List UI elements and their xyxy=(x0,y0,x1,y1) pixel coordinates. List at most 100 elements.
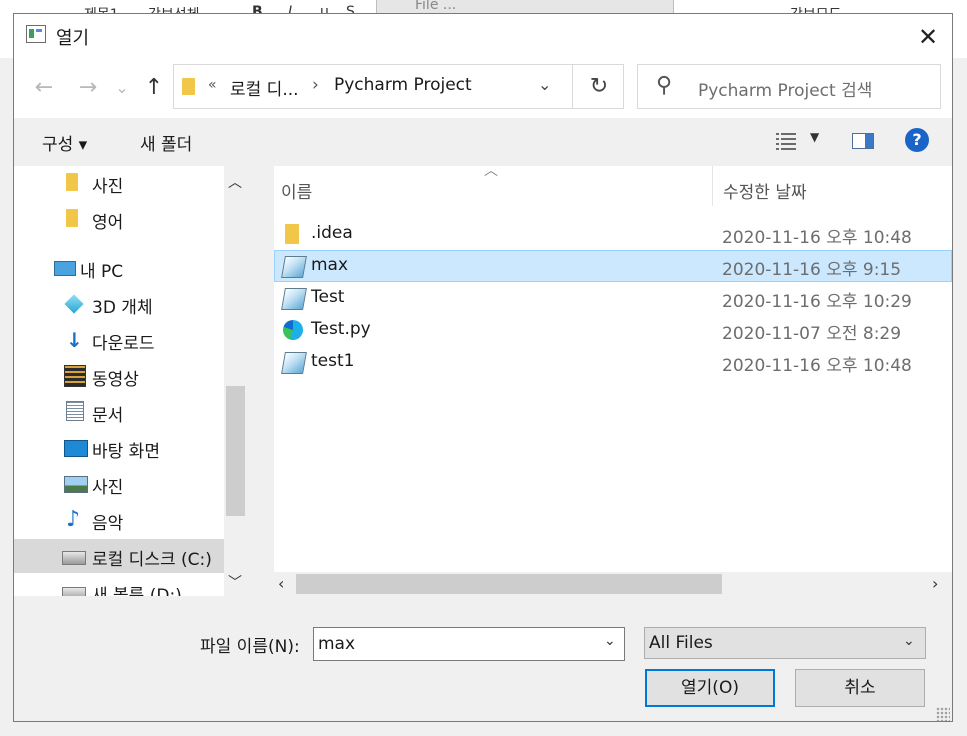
filename-input[interactable]: max xyxy=(318,634,355,654)
nav-item-label: 다운로드 xyxy=(92,334,155,354)
scroll-thumb[interactable] xyxy=(296,574,722,594)
breadcrumb-pycharm-project[interactable]: Pycharm Project xyxy=(334,75,472,95)
edge-icon xyxy=(283,320,303,340)
file-date: 2020-11-07 오전 8:29 xyxy=(722,324,902,344)
nav-item-3d-objects[interactable]: 3D 개체 xyxy=(14,287,224,321)
scroll-thumb[interactable] xyxy=(226,386,245,516)
file-name: Test.py xyxy=(311,319,371,339)
address-bar[interactable]: « 로컬 디... › Pycharm Project ⌄ ↻ xyxy=(173,64,624,109)
up-arrow-icon[interactable]: ↑ xyxy=(140,73,168,103)
nav-item-label: 영어 xyxy=(92,213,124,233)
bg-mini-title: File ... xyxy=(415,0,457,13)
video-icon xyxy=(64,365,86,387)
refresh-icon[interactable]: ↻ xyxy=(582,73,616,101)
sort-ascending-icon: ︿ xyxy=(484,163,498,179)
file-type-filter[interactable]: All Files ⌄ xyxy=(644,627,926,659)
scroll-right-icon[interactable]: › xyxy=(932,574,938,593)
file-date: 2020-11-16 오후 10:48 xyxy=(722,356,912,376)
app-window-icon xyxy=(26,25,46,43)
volume-icon xyxy=(62,587,86,596)
column-header-date[interactable]: 수정한 날짜 xyxy=(723,178,807,203)
address-overflow[interactable]: « xyxy=(208,77,217,93)
file-row-test1[interactable]: test1 2020-11-16 오후 10:48 xyxy=(274,346,952,378)
forward-arrow-icon[interactable]: → xyxy=(74,73,102,103)
folder-icon xyxy=(66,209,78,227)
chevron-down-icon[interactable]: ⌄ xyxy=(538,75,551,94)
file-row-test[interactable]: Test 2020-11-16 오후 10:29 xyxy=(274,282,952,314)
nav-item-music[interactable]: ♪ 음악 xyxy=(14,503,224,537)
nav-item-label: 문서 xyxy=(92,406,124,426)
pycharm-file-icon xyxy=(281,256,307,278)
view-dropdown-icon[interactable]: ▼ xyxy=(810,130,819,144)
nav-item-label: 바탕 화면 xyxy=(92,442,160,462)
nav-item-documents[interactable]: 문서 xyxy=(14,395,224,429)
open-button[interactable]: 열기(O) xyxy=(645,669,775,707)
cube-3d-icon xyxy=(64,294,84,314)
desktop-icon xyxy=(64,440,88,457)
filename-combobox[interactable]: max ⌄ xyxy=(313,627,625,661)
pictures-icon xyxy=(64,476,88,493)
nav-item-videos[interactable]: 동영상 xyxy=(14,359,224,393)
file-list-pane: ︿ 이름 수정한 날짜 .idea 2020-11-16 오후 10:48 ma… xyxy=(274,163,952,596)
breadcrumb-local-disk[interactable]: 로컬 디... xyxy=(230,75,299,100)
nav-item-label: 3D 개체 xyxy=(92,298,153,318)
search-icon: ⚲ xyxy=(656,73,673,98)
help-icon[interactable]: ? xyxy=(905,128,929,152)
nav-item-label: 동영상 xyxy=(92,370,139,390)
nav-item-local-disk-c[interactable]: 로컬 디스크 (C:) xyxy=(14,539,224,573)
file-date: 2020-11-16 오후 10:29 xyxy=(722,292,912,312)
pycharm-file-icon xyxy=(281,352,307,374)
nav-pane-scrollbar[interactable]: ︿ ﹀ xyxy=(224,166,247,596)
close-button[interactable]: ✕ xyxy=(908,20,948,54)
filename-label: 파일 이름(N): xyxy=(200,637,300,657)
file-name: .idea xyxy=(311,223,353,243)
recent-locations-icon[interactable]: ⌄ xyxy=(112,73,132,103)
open-file-dialog: 열기 ✕ ← → ⌄ ↑ « 로컬 디... › Pycharm Project… xyxy=(13,13,953,722)
preview-pane-icon[interactable] xyxy=(852,133,874,149)
file-name: test1 xyxy=(311,351,355,371)
address-divider xyxy=(572,65,573,108)
scroll-left-icon[interactable]: ‹ xyxy=(278,574,284,593)
navigation-pane: 사진 영어 내 PC 3D 개체 ↓ 다운로드 동영상 문서 바탕 화면 사진 … xyxy=(14,166,247,596)
search-input[interactable]: Pycharm Project 검색 xyxy=(698,76,872,101)
nav-item-desktop[interactable]: 바탕 화면 xyxy=(14,431,224,465)
nav-item-volume-d[interactable]: 새 볼륨 (D:) xyxy=(14,575,224,596)
nav-item-label: 새 볼륨 (D:) xyxy=(92,586,182,596)
back-arrow-icon[interactable]: ← xyxy=(30,73,58,103)
dialog-title: 열기 xyxy=(56,28,90,49)
column-header-name[interactable]: 이름 xyxy=(281,178,312,203)
music-icon: ♪ xyxy=(66,507,81,532)
command-bar: 구성 ▾ 새 폴더 ▼ ? xyxy=(14,118,952,166)
breadcrumb-separator[interactable]: › xyxy=(312,75,319,95)
nav-item-this-pc[interactable]: 내 PC xyxy=(14,251,224,285)
file-row-max[interactable]: max 2020-11-16 오후 9:15 xyxy=(274,250,952,282)
navigation-bar: ← → ⌄ ↑ « 로컬 디... › Pycharm Project ⌄ ↻ … xyxy=(14,60,952,118)
column-divider[interactable] xyxy=(712,166,713,206)
scroll-up-icon[interactable]: ︿ xyxy=(228,172,242,192)
resize-grip-icon[interactable] xyxy=(936,707,950,721)
nav-item-downloads[interactable]: ↓ 다운로드 xyxy=(14,323,224,357)
file-date: 2020-11-16 오후 9:15 xyxy=(722,260,902,280)
nav-item-pictures-folder[interactable]: 사진 xyxy=(14,166,224,200)
chevron-down-icon[interactable]: ⌄ xyxy=(604,633,616,649)
file-row-idea[interactable]: .idea 2020-11-16 오후 10:48 xyxy=(274,218,952,250)
download-icon: ↓ xyxy=(66,328,83,352)
file-row-test-py[interactable]: Test.py 2020-11-07 오전 8:29 xyxy=(274,314,952,346)
organize-button[interactable]: 구성 ▾ xyxy=(42,130,87,155)
chevron-down-icon[interactable]: ⌄ xyxy=(903,633,915,649)
cancel-button[interactable]: 취소 xyxy=(795,669,925,707)
nav-item-english-folder[interactable]: 영어 xyxy=(14,202,224,236)
new-folder-button[interactable]: 새 폴더 xyxy=(140,130,192,155)
folder-icon xyxy=(66,173,78,191)
search-box[interactable]: ⚲ Pycharm Project 검색 xyxy=(637,64,941,109)
file-name: Test xyxy=(311,287,345,307)
view-details-icon[interactable] xyxy=(776,132,796,150)
pc-icon xyxy=(54,261,76,276)
pycharm-file-icon xyxy=(281,288,307,310)
file-name: max xyxy=(311,255,349,275)
nav-item-pictures[interactable]: 사진 xyxy=(14,467,224,501)
scroll-down-icon[interactable]: ﹀ xyxy=(228,572,242,592)
folder-icon xyxy=(285,224,299,244)
file-list-horizontal-scrollbar[interactable]: ‹ › xyxy=(274,572,952,596)
title-bar: 열기 ✕ xyxy=(14,14,952,60)
